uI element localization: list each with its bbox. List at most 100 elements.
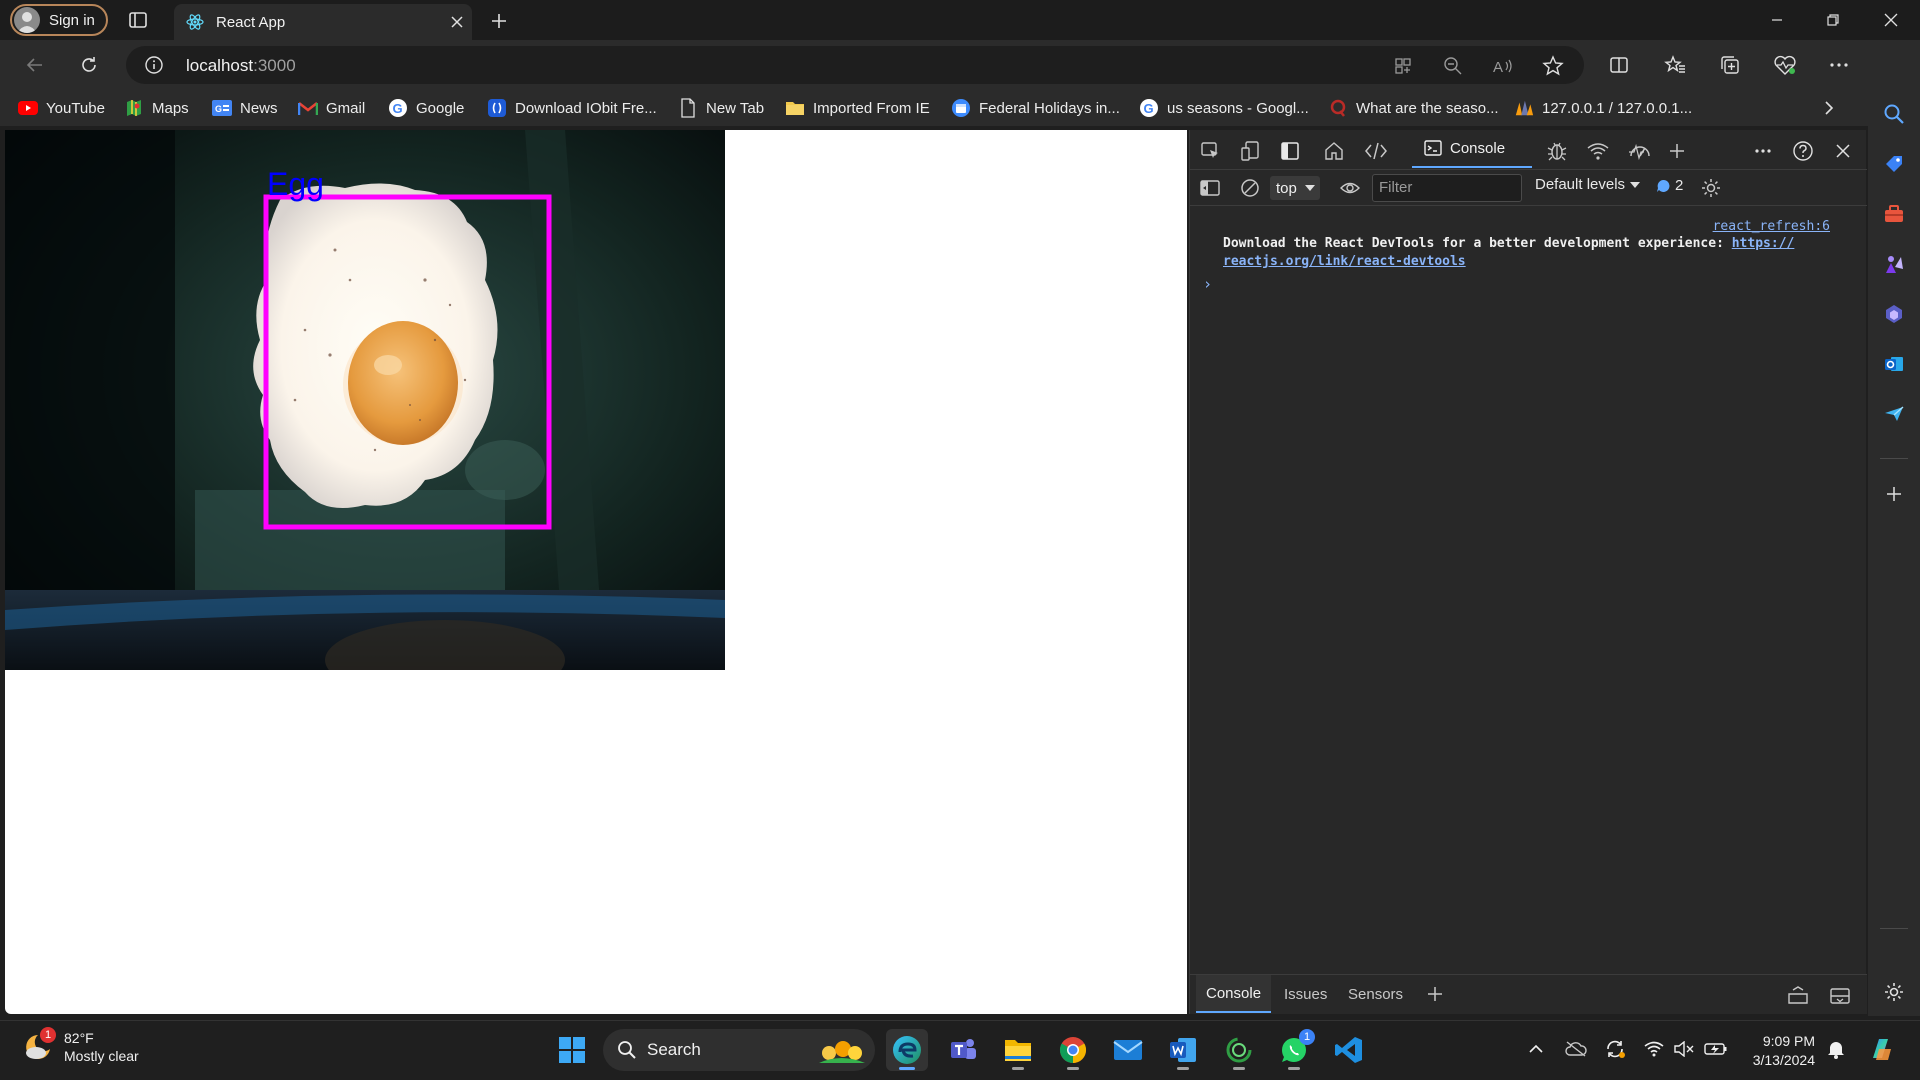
search-icon[interactable]: [1880, 100, 1908, 128]
favorite-news[interactable]: G News: [212, 96, 278, 120]
more-tools-icon[interactable]: [1664, 138, 1690, 164]
sync-icon[interactable]: [1603, 1037, 1627, 1061]
add-drawer-tab-icon[interactable]: [1422, 981, 1448, 1007]
favorite-star-icon[interactable]: [1540, 53, 1566, 79]
add-sidebar-app-icon[interactable]: [1880, 480, 1908, 508]
tab-react-app[interactable]: React App: [174, 4, 472, 40]
console-prompt[interactable]: ›: [1203, 275, 1212, 293]
system-clock[interactable]: 9:09 PM 3/13/2024: [1740, 1032, 1815, 1070]
close-window-icon[interactable]: [1868, 6, 1914, 34]
read-aloud-icon[interactable]: A: [1490, 53, 1516, 79]
favorite-us-seasons[interactable]: Gus seasons - Googl...: [1139, 96, 1309, 120]
taskbar-loading-app[interactable]: [1218, 1029, 1260, 1071]
favorite-imported-from-ie[interactable]: Imported From IE: [785, 96, 930, 120]
microsoft-365-icon[interactable]: [1880, 300, 1908, 328]
search-highlight-icon: [815, 1035, 867, 1065]
address-bar[interactable]: localhost:3000 A: [126, 46, 1584, 84]
favorite-federal-holidays[interactable]: Federal Holidays in...: [951, 96, 1120, 120]
outlook-icon[interactable]: [1880, 350, 1908, 378]
close-drawer-icon[interactable]: [1827, 983, 1853, 1009]
taskbar-teams[interactable]: [942, 1029, 984, 1071]
taskbar-vscode[interactable]: [1328, 1029, 1370, 1071]
sources-bug-icon[interactable]: [1544, 138, 1570, 164]
welcome-home-icon[interactable]: [1321, 138, 1347, 164]
devtools-more-icon[interactable]: [1750, 138, 1776, 164]
filter-input[interactable]: Filter: [1372, 174, 1522, 202]
favorite-gmail[interactable]: Gmail: [298, 96, 365, 120]
start-button[interactable]: [551, 1029, 593, 1071]
onedrive-offline-icon[interactable]: [1564, 1037, 1588, 1061]
wifi-icon[interactable]: [1642, 1037, 1666, 1061]
tab-actions-icon[interactable]: [126, 8, 150, 32]
copilot-taskbar-icon[interactable]: [1866, 1033, 1898, 1065]
help-icon[interactable]: [1790, 138, 1816, 164]
back-icon[interactable]: [20, 50, 50, 80]
zoom-out-icon[interactable]: [1440, 53, 1466, 79]
favorite-what-are-the-seasons[interactable]: What are the seaso...: [1328, 96, 1499, 120]
games-icon[interactable]: [1880, 250, 1908, 278]
performance-icon[interactable]: [1627, 138, 1653, 164]
favorite-maps[interactable]: Maps: [124, 96, 189, 120]
console-sidebar-icon[interactable]: [1197, 175, 1223, 201]
tab-console[interactable]: Console: [1412, 130, 1532, 168]
taskbar-mail[interactable]: [1107, 1029, 1149, 1071]
drop-icon[interactable]: [1880, 400, 1908, 428]
close-tab-icon[interactable]: [442, 7, 472, 37]
browser-essentials-icon[interactable]: [1770, 50, 1800, 80]
clear-console-icon[interactable]: [1237, 175, 1263, 201]
new-tab-icon[interactable]: [486, 8, 512, 34]
favorite-iobit[interactable]: Download IObit Fre...: [487, 96, 657, 120]
taskbar-search[interactable]: Search: [603, 1029, 875, 1071]
devtools-link-continued[interactable]: reactjs.org/link/react-devtools: [1223, 254, 1466, 269]
live-expression-eye-icon[interactable]: [1337, 175, 1363, 201]
taskbar-word[interactable]: [1162, 1029, 1204, 1071]
message-source-link[interactable]: react_refresh:6: [1713, 219, 1830, 234]
sidebar-settings-icon[interactable]: [1880, 978, 1908, 1006]
devtools-link[interactable]: https://: [1732, 236, 1795, 251]
favorite-google[interactable]: G Google: [388, 96, 464, 120]
refresh-icon[interactable]: [74, 50, 104, 80]
drawer-tab-sensors[interactable]: Sensors: [1338, 975, 1413, 1013]
volume-muted-icon[interactable]: [1672, 1037, 1696, 1061]
console-settings-icon[interactable]: [1698, 175, 1724, 201]
issues-counter[interactable]: 2: [1656, 177, 1683, 194]
edge-sidebar: [1868, 40, 1920, 1016]
show-hidden-icons[interactable]: [1524, 1037, 1548, 1061]
split-screen-icon[interactable]: [1604, 50, 1634, 80]
taskbar-chrome[interactable]: [1052, 1029, 1094, 1071]
network-icon[interactable]: [1585, 138, 1611, 164]
favorites-icon[interactable]: [1660, 50, 1690, 80]
inspect-element-icon[interactable]: [1197, 138, 1223, 164]
tools-icon[interactable]: [1880, 200, 1908, 228]
battery-icon[interactable]: [1704, 1037, 1728, 1061]
favorite-phpmyadmin[interactable]: 127.0.0.1 / 127.0.0.1...: [1514, 96, 1692, 120]
taskbar-file-explorer[interactable]: [997, 1029, 1039, 1071]
elements-icon[interactable]: [1363, 138, 1389, 164]
site-info-icon[interactable]: [144, 55, 164, 75]
close-devtools-icon[interactable]: [1830, 138, 1856, 164]
context-select[interactable]: top: [1270, 176, 1320, 200]
device-emulation-icon[interactable]: [1237, 138, 1263, 164]
drawer-tab-issues[interactable]: Issues: [1274, 975, 1337, 1013]
favorite-youtube[interactable]: YouTube: [18, 96, 105, 120]
taskbar-whatsapp[interactable]: 1: [1273, 1029, 1315, 1071]
notifications-bell-icon[interactable]: [1824, 1037, 1848, 1061]
apps-icon[interactable]: [1390, 53, 1416, 79]
drawer-tab-console[interactable]: Console: [1196, 975, 1272, 1013]
drawer-dock-icon[interactable]: [1785, 983, 1811, 1009]
favorites-overflow-icon[interactable]: [1823, 96, 1835, 120]
shopping-icon[interactable]: [1880, 150, 1908, 178]
restore-icon[interactable]: [1810, 6, 1856, 34]
page-icon: [678, 98, 698, 118]
more-options-icon[interactable]: [1824, 50, 1854, 80]
collections-icon[interactable]: [1715, 50, 1745, 80]
weather-widget[interactable]: 1 82°F Mostly clear: [22, 1027, 139, 1065]
log-levels-dropdown[interactable]: Default levels: [1535, 176, 1641, 193]
taskbar-edge[interactable]: [886, 1029, 928, 1071]
profile-button[interactable]: Sign in: [10, 4, 108, 36]
webcam-canvas[interactable]: Egg: [5, 130, 725, 670]
minimize-icon[interactable]: [1754, 6, 1800, 34]
favorite-new-tab[interactable]: New Tab: [678, 96, 764, 120]
console-toolbar: top Filter Default levels 2: [1190, 170, 1867, 206]
dock-side-icon[interactable]: [1277, 138, 1303, 164]
